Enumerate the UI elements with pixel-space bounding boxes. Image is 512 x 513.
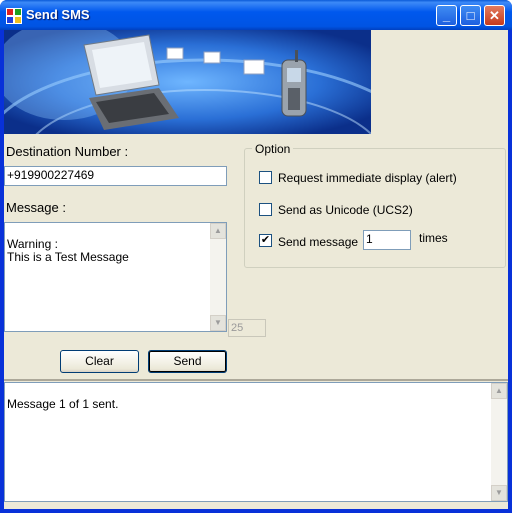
unicode-checkbox[interactable] <box>259 203 272 216</box>
window-title: Send SMS <box>26 7 90 22</box>
log-scrollbar[interactable]: ▲ ▼ <box>491 383 507 501</box>
repeat-label[interactable]: Send message <box>278 235 358 249</box>
message-scrollbar[interactable]: ▲ ▼ <box>210 223 226 331</box>
send-sms-window: Send SMS _ □ ✕ Destination Number: +919… <box>0 0 512 513</box>
message-text: Warning : This is a Test Message <box>7 237 129 264</box>
alert-label[interactable]: Request immediate display (alert) <box>278 171 457 185</box>
close-button[interactable]: ✕ <box>484 5 505 26</box>
destination-label: Destination Number : <box>6 144 129 159</box>
divider <box>4 379 508 381</box>
title-bar[interactable]: Send SMS _ □ ✕ <box>0 0 512 30</box>
message-textarea[interactable]: Warning : This is a Test Message ▲ ▼ <box>4 222 227 332</box>
option-group-title: Option <box>252 142 294 156</box>
check-mark-icon: ✔ <box>260 234 271 246</box>
destination-input[interactable]: +919900227469 <box>4 166 227 186</box>
app-icon <box>6 8 22 24</box>
repeat-checkbox[interactable]: ✔ <box>259 234 272 247</box>
scroll-down-icon[interactable]: ▼ <box>210 315 226 331</box>
scroll-up-icon[interactable]: ▲ <box>491 383 507 399</box>
scroll-down-icon[interactable]: ▼ <box>491 485 507 501</box>
clear-button[interactable]: Clear <box>60 350 139 373</box>
alert-checkbox[interactable] <box>259 171 272 184</box>
repeat-count-input[interactable]: 1 <box>363 230 411 250</box>
maximize-button[interactable]: □ <box>460 5 481 26</box>
client-area: Destination Number : +919900227469 Messa… <box>4 30 508 509</box>
message-label: Message : <box>6 200 66 215</box>
banner-image <box>4 30 371 134</box>
unicode-label[interactable]: Send as Unicode (UCS2) <box>278 203 413 217</box>
char-count: 25 <box>228 319 266 337</box>
log-text: Message 1 of 1 sent. <box>7 397 119 411</box>
minimize-button[interactable]: _ <box>436 5 457 26</box>
scroll-up-icon[interactable]: ▲ <box>210 223 226 239</box>
repeat-suffix: times <box>419 231 448 245</box>
send-button[interactable]: Send <box>148 350 227 373</box>
log-output[interactable]: Message 1 of 1 sent. ▲ ▼ <box>4 382 508 502</box>
